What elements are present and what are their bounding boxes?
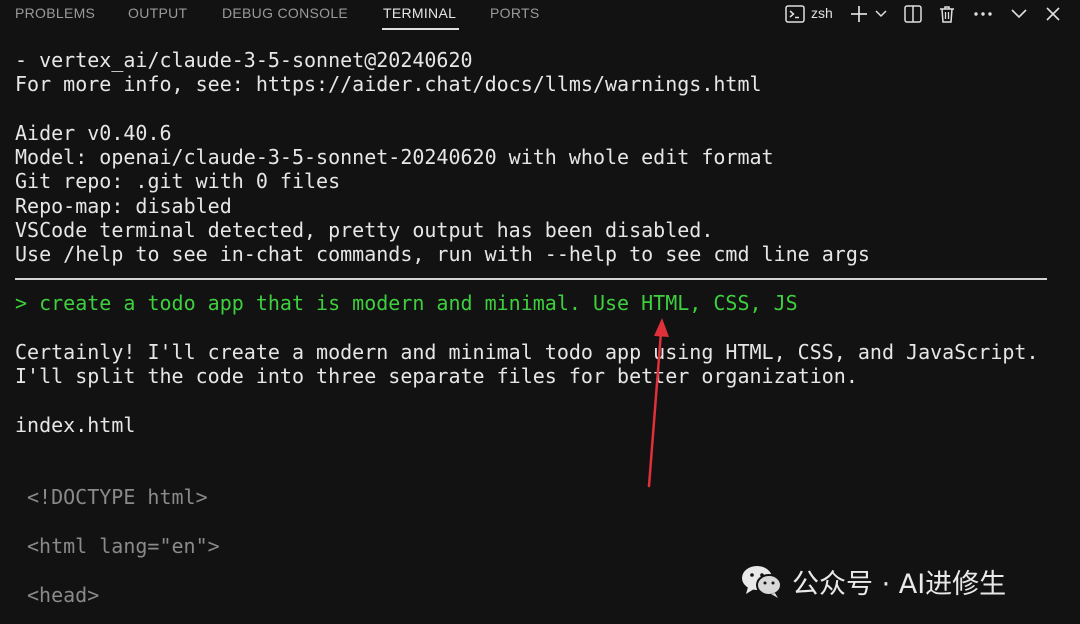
tab-output[interactable]: OUTPUT (128, 5, 187, 21)
terminal-line: Use /help to see in-chat commands, run w… (15, 242, 870, 266)
split-terminal-icon[interactable] (902, 4, 924, 24)
user-prompt-line: > create a todo app that is modern and m… (15, 291, 798, 315)
panel-tab-bar: PROBLEMS OUTPUT DEBUG CONSOLE TERMINAL P… (0, 0, 1080, 30)
terminal-line: Aider v0.40.6 (15, 121, 172, 145)
tab-ports[interactable]: PORTS (490, 5, 539, 21)
terminal-line: - vertex_ai/claude-3-5-sonnet@20240620 (15, 48, 473, 72)
tab-debug-console[interactable]: DEBUG CONSOLE (222, 5, 348, 21)
response-line: I'll split the code into three separate … (15, 364, 858, 388)
tab-problems[interactable]: PROBLEMS (15, 5, 95, 21)
terminal-line: Model: openai/claude-3-5-sonnet-20240620… (15, 145, 774, 169)
shell-name-label[interactable]: zsh (811, 5, 833, 21)
response-line: Certainly! I'll create a modern and mini… (15, 340, 1039, 364)
terminal-line: For more info, see: https://aider.chat/d… (15, 72, 762, 96)
code-line: <head> (27, 583, 100, 607)
watermark-text: 公众号 · AI进修生 (792, 568, 1007, 600)
wechat-logo-icon (742, 566, 782, 598)
filename-line: index.html (15, 413, 136, 437)
code-line: <html lang="en"> (27, 534, 220, 558)
prompt-divider (15, 278, 1047, 280)
more-actions-ellipsis-icon[interactable] (972, 4, 994, 24)
maximize-panel-chevron-down-icon[interactable] (1008, 4, 1030, 24)
terminal-line: VSCode terminal detected, pretty output … (15, 218, 714, 242)
terminal-shell-icon[interactable] (784, 4, 806, 24)
new-terminal-plus-icon[interactable] (848, 4, 870, 24)
close-panel-icon[interactable] (1042, 4, 1064, 24)
launch-profile-chevron-down-icon[interactable] (872, 4, 890, 24)
code-line: <!DOCTYPE html> (27, 485, 208, 509)
terminal-line: Git repo: .git with 0 files (15, 169, 341, 193)
kill-terminal-trash-icon[interactable] (936, 4, 958, 24)
terminal-line: Repo-map: disabled (15, 194, 232, 218)
watermark: 公众号 · AI进修生 (740, 556, 1070, 606)
terminal-output[interactable]: - vertex_ai/claude-3-5-sonnet@20240620 F… (0, 30, 1080, 624)
tab-terminal[interactable]: TERMINAL (383, 5, 456, 21)
